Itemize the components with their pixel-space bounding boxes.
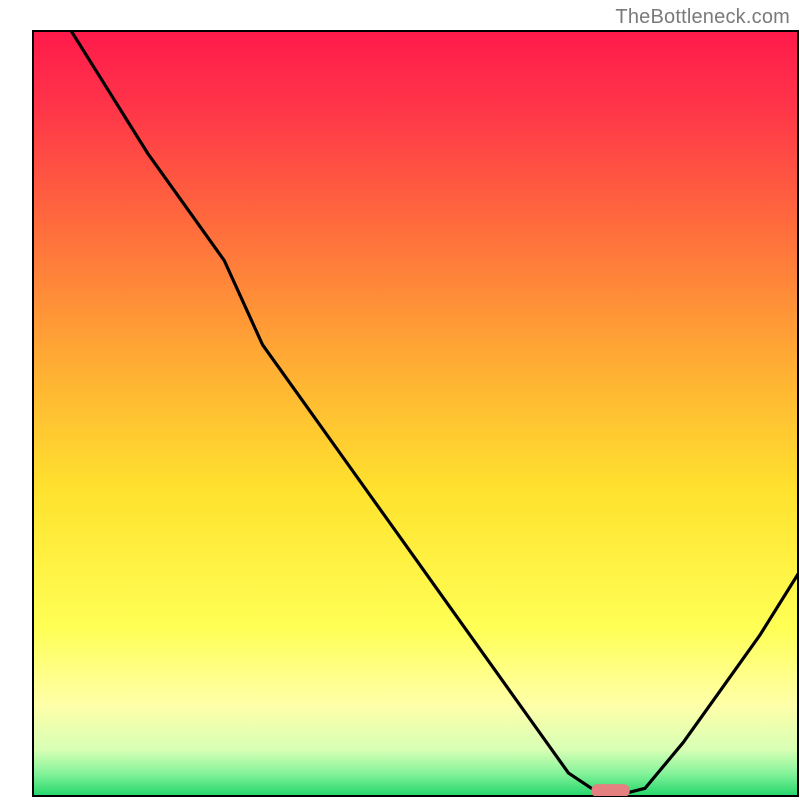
- watermark-text: TheBottleneck.com: [615, 6, 790, 29]
- optimal-marker: [591, 784, 629, 797]
- plot-background: [33, 31, 798, 796]
- bottleneck-chart: [0, 0, 800, 800]
- chart-container: TheBottleneck.com: [0, 0, 800, 800]
